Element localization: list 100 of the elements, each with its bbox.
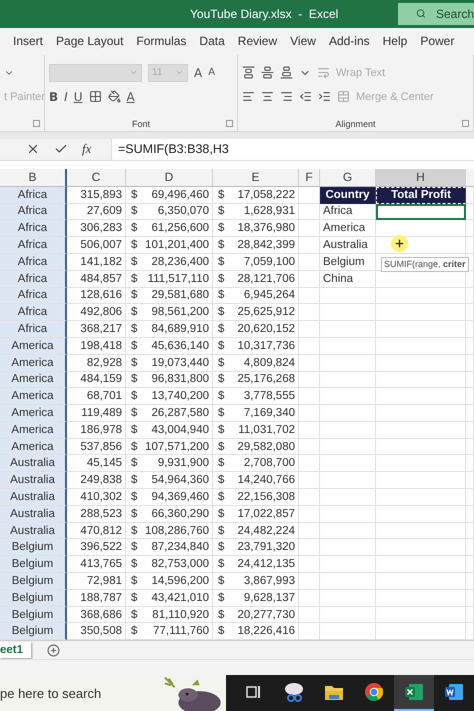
menu-tab[interactable]: Formulas bbox=[136, 34, 186, 48]
align-center-icon[interactable] bbox=[261, 90, 274, 104]
bold-button[interactable]: B bbox=[49, 90, 58, 104]
column-header[interactable]: C bbox=[67, 168, 126, 187]
table-cell: 413,765 bbox=[67, 556, 126, 574]
currency-sign: $ bbox=[218, 440, 224, 453]
align-left-icon[interactable] bbox=[242, 90, 255, 104]
group-label: Font bbox=[132, 119, 150, 129]
table-cell: Belgium bbox=[0, 556, 67, 574]
column-header[interactable]: G bbox=[320, 168, 376, 187]
table-cell: 22,156,308 bbox=[237, 490, 295, 503]
table-cell: 368,686 bbox=[67, 606, 126, 624]
column-header[interactable]: H bbox=[376, 168, 466, 187]
menu-tab[interactable]: View bbox=[290, 34, 316, 48]
column-header[interactable]: B bbox=[0, 168, 67, 187]
align-right-icon[interactable] bbox=[280, 90, 293, 104]
currency-sign: $ bbox=[218, 608, 224, 621]
currency-sign: $ bbox=[131, 306, 138, 318]
font-color-button[interactable]: A bbox=[126, 90, 135, 104]
empty-cell bbox=[320, 573, 376, 590]
table-cell: 17,022,857 bbox=[237, 508, 295, 520]
table-cell: Belgium bbox=[0, 590, 67, 607]
table-cell: 3,867,993 bbox=[244, 574, 295, 587]
table-cell: 98,561,200 bbox=[151, 306, 209, 318]
empty-cell bbox=[320, 321, 376, 338]
empty-cell bbox=[320, 522, 376, 540]
top-align-icon[interactable] bbox=[242, 66, 255, 80]
table-cell: 315,893 bbox=[67, 186, 126, 204]
formula-field[interactable]: =SUMIF(B3:B38,H3 bbox=[112, 142, 229, 156]
grow-font-button[interactable]: A bbox=[194, 66, 202, 80]
empty-cell bbox=[320, 304, 376, 322]
currency-sign: $ bbox=[131, 592, 138, 604]
table-cell: 111,517,110 bbox=[148, 272, 209, 285]
font-name-field[interactable] bbox=[49, 64, 142, 82]
menu-tab[interactable]: Review bbox=[238, 34, 278, 48]
increase-indent-icon[interactable] bbox=[318, 90, 331, 104]
currency-sign: $ bbox=[131, 256, 138, 268]
middle-align-icon[interactable] bbox=[261, 66, 274, 80]
currency-sign: $ bbox=[218, 524, 224, 537]
table-cell: 101,201,400 bbox=[145, 239, 209, 252]
italic-button[interactable]: I bbox=[64, 90, 68, 104]
menu-tab[interactable]: Power bbox=[420, 34, 454, 48]
table-cell: Australia bbox=[0, 455, 67, 472]
insert-function-button[interactable]: fx bbox=[82, 141, 92, 158]
fill-color-icon[interactable] bbox=[108, 90, 120, 104]
empty-cell bbox=[320, 489, 376, 506]
column-header[interactable]: F bbox=[299, 168, 320, 187]
empty-cell bbox=[320, 372, 376, 388]
currency-sign: $ bbox=[218, 256, 224, 268]
table-cell: 410,302 bbox=[67, 489, 126, 506]
currency-sign: $ bbox=[218, 574, 224, 587]
currency-sign: $ bbox=[131, 188, 138, 201]
currency-sign: $ bbox=[218, 222, 224, 234]
table-cell: Africa bbox=[320, 204, 376, 220]
table-cell: 66,360,290 bbox=[151, 508, 209, 520]
currency-sign: $ bbox=[131, 205, 138, 218]
sheet-tab[interactable]: eet1 bbox=[0, 642, 32, 658]
cursor-icon bbox=[391, 234, 408, 252]
launcher-icon[interactable] bbox=[462, 120, 469, 127]
underline-button[interactable]: U bbox=[74, 90, 82, 104]
bottom-align-icon[interactable] bbox=[280, 66, 293, 80]
borders-icon[interactable] bbox=[88, 90, 102, 104]
launcher-icon[interactable] bbox=[33, 120, 40, 127]
menu-tab[interactable]: Add-ins bbox=[328, 34, 370, 48]
table-cell: 43,421,010 bbox=[151, 592, 209, 604]
table-cell: America bbox=[320, 220, 376, 238]
shrink-font-button[interactable]: A bbox=[208, 67, 216, 78]
column-header[interactable]: D bbox=[126, 168, 213, 187]
folder-icon bbox=[324, 684, 344, 700]
table-cell: 45,145 bbox=[67, 455, 126, 472]
menu-tab[interactable]: Data bbox=[199, 34, 225, 48]
table-cell: 368,217 bbox=[67, 321, 126, 338]
currency-sign: $ bbox=[218, 340, 224, 352]
column-header[interactable]: E bbox=[213, 168, 299, 187]
currency-sign: $ bbox=[218, 508, 224, 520]
menu-tab[interactable]: Help bbox=[382, 34, 408, 48]
currency-sign: $ bbox=[218, 424, 224, 436]
search-field[interactable]: Search bbox=[398, 2, 474, 25]
menu-tab[interactable]: Page Layout bbox=[56, 34, 124, 48]
empty-cell bbox=[320, 472, 376, 490]
table-cell: 96,831,800 bbox=[151, 373, 209, 386]
table-cell: 306,283 bbox=[67, 220, 126, 238]
launcher-icon[interactable] bbox=[226, 120, 233, 127]
empty-cell bbox=[320, 606, 376, 624]
taskbar-app[interactable] bbox=[394, 675, 434, 711]
table-cell: 128,616 bbox=[67, 288, 126, 304]
table-cell: 396,522 bbox=[67, 539, 126, 556]
currency-sign: $ bbox=[131, 508, 138, 520]
table-cell: 470,812 bbox=[67, 522, 126, 540]
table-cell: Africa bbox=[0, 304, 67, 322]
table-cell: 6,350,070 bbox=[158, 205, 209, 218]
table-cell: 7,169,340 bbox=[244, 406, 295, 419]
table-cell: 108,286,760 bbox=[145, 524, 209, 537]
search-icon bbox=[416, 7, 426, 20]
menu-tab[interactable]: Insert bbox=[13, 34, 44, 48]
add-sheet-icon[interactable] bbox=[47, 644, 60, 657]
table-cell: Belgium bbox=[0, 573, 67, 590]
decrease-indent-icon[interactable] bbox=[299, 90, 312, 104]
table-cell: 20,620,152 bbox=[237, 323, 295, 335]
currency-sign: $ bbox=[218, 541, 224, 554]
